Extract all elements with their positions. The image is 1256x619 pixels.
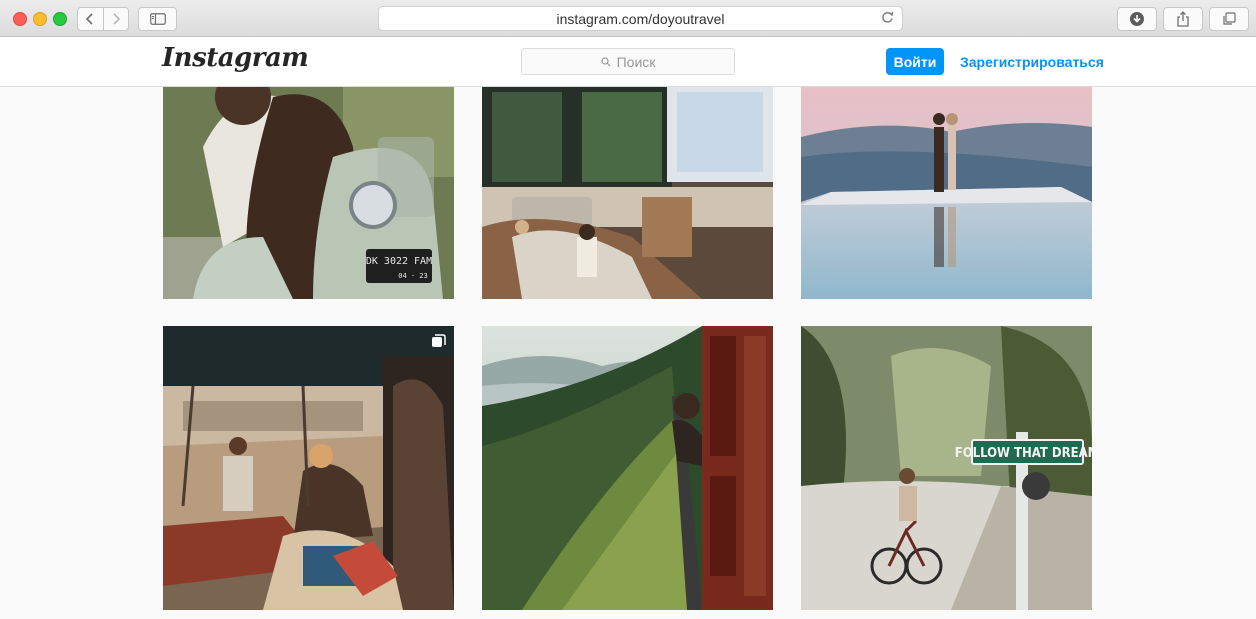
close-window-button[interactable] (13, 12, 27, 26)
post-photo (801, 87, 1092, 299)
download-icon (1130, 12, 1144, 26)
chevron-right-icon (113, 13, 120, 25)
browser-toolbar: instagram.com/doyoutravel (0, 0, 1256, 37)
signup-link[interactable]: Зарегистрироваться (960, 54, 1104, 70)
tabs-overview-button[interactable] (1209, 7, 1249, 31)
reload-icon[interactable] (881, 11, 894, 27)
history-nav (77, 7, 129, 31)
license-plate: DK 3022 FAM (366, 256, 432, 267)
minimize-window-button[interactable] (33, 12, 47, 26)
post-thumbnail[interactable] (801, 87, 1092, 299)
sidebar-toggle-button[interactable] (138, 7, 177, 31)
post-photo: FOLLOW THAT DREAM (801, 326, 1092, 610)
license-plate-sub: 04 · 23 (398, 272, 428, 280)
post-photo: DK 3022 FAM 04 · 23 (163, 87, 454, 299)
post-photo (163, 326, 454, 610)
search-placeholder: Поиск (616, 53, 656, 70)
post-thumbnail[interactable] (163, 326, 454, 610)
instagram-header: Instagram Поиск Войти Зарегистрироваться (0, 37, 1256, 87)
search-icon (600, 56, 611, 66)
post-thumbnail[interactable]: DK 3022 FAM 04 · 23 (163, 87, 454, 299)
url-text: instagram.com/doyoutravel (556, 10, 725, 27)
share-icon (1177, 11, 1189, 27)
post-photo (482, 87, 773, 299)
post-thumbnail[interactable] (482, 326, 773, 610)
back-button[interactable] (78, 8, 103, 30)
post-thumbnail[interactable]: FOLLOW THAT DREAM (801, 326, 1092, 610)
share-button[interactable] (1163, 7, 1203, 31)
post-thumbnail[interactable] (482, 87, 773, 299)
street-sign: FOLLOW THAT DREAM (955, 446, 1092, 461)
forward-button[interactable] (102, 8, 129, 30)
address-bar[interactable]: instagram.com/doyoutravel (378, 6, 903, 31)
zoom-window-button[interactable] (53, 12, 67, 26)
sidebar-icon (149, 13, 166, 25)
search-input[interactable]: Поиск (521, 48, 735, 75)
chevron-left-icon (86, 13, 93, 25)
login-button[interactable]: Войти (886, 48, 944, 75)
tabs-icon (1223, 12, 1236, 25)
multiple-photos-icon (432, 334, 446, 347)
instagram-logo[interactable]: Instagram (162, 43, 309, 73)
post-photo (482, 326, 773, 610)
downloads-button[interactable] (1117, 7, 1157, 31)
